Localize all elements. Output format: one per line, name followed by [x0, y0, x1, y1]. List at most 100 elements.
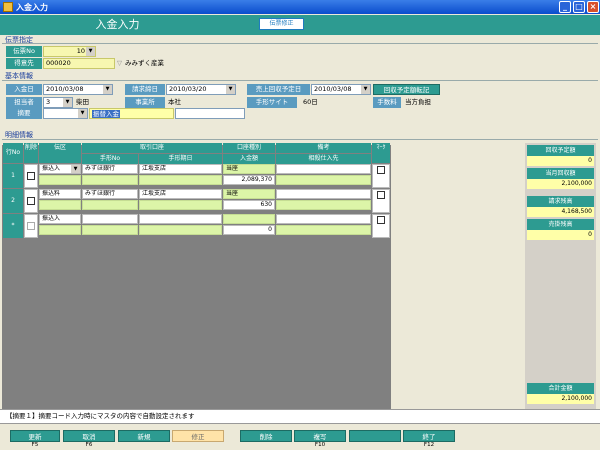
blank-button[interactable]: [349, 430, 401, 442]
bill-no-cell[interactable]: [82, 175, 138, 185]
modify-button[interactable]: 修正: [172, 430, 224, 442]
row-number: *: [3, 214, 23, 238]
chevron-down-icon[interactable]: ▼: [71, 165, 80, 173]
acct-type-cell[interactable]: 当座: [223, 189, 275, 199]
offset-cell[interactable]: [276, 200, 371, 210]
branch-cell[interactable]: 江坂支店: [139, 164, 222, 174]
voucher-no-input[interactable]: 10 ▼: [43, 46, 96, 57]
window-title: 入金入力: [16, 3, 48, 12]
mark-cell: [372, 214, 390, 238]
update-button[interactable]: 更新: [10, 430, 60, 442]
deposit-date-label: 入金日: [6, 84, 42, 95]
status-message: 【摘要１】摘要コード入力時にマスタの内容で自動設定されます: [6, 412, 195, 420]
header-bill-no: 手形No: [82, 154, 138, 164]
deposit-date-input[interactable]: 2010/03/08 ▼: [43, 84, 113, 95]
close-button[interactable]: ×: [587, 1, 599, 13]
staff-code-value: 3: [46, 98, 51, 106]
remark-cell[interactable]: [276, 189, 371, 199]
bill-no-cell[interactable]: [39, 175, 81, 185]
bill-no-cell[interactable]: [82, 200, 138, 210]
header-remark: 備考: [276, 143, 371, 153]
summary-code-input[interactable]: ▼: [43, 108, 88, 119]
ar-transfer-button[interactable]: 回収予定額転記: [373, 84, 440, 95]
chevron-down-icon[interactable]: ▼: [78, 109, 87, 118]
bill-no-cell[interactable]: [39, 200, 81, 210]
bank-cell[interactable]: みずほ銀行: [82, 189, 138, 199]
staff-code-input[interactable]: 3 ▼: [43, 97, 73, 108]
acct-type-cell[interactable]: 当座: [223, 164, 275, 174]
type-cell[interactable]: 振込入: [39, 214, 81, 224]
amount-cell[interactable]: 2,089,370: [223, 175, 275, 185]
fee-label: 手数料: [373, 97, 401, 108]
f10-key: F10: [314, 442, 326, 448]
billing-close-value: 2010/03/20: [169, 85, 207, 93]
header-offset: 相殺仕入先: [276, 154, 371, 164]
voucher-no-value: 10: [76, 47, 85, 55]
chevron-down-icon[interactable]: ▼: [361, 85, 370, 94]
row-number: 2: [3, 189, 23, 213]
summary-value: 振替入金: [92, 110, 120, 118]
month-value: 2,100,000: [527, 179, 594, 189]
type-select[interactable]: 振込入 ▼: [39, 164, 81, 174]
office-label: 事業所: [125, 97, 165, 108]
ar-date-input[interactable]: 2010/03/08 ▼: [311, 84, 371, 95]
summary-extra-input[interactable]: [175, 108, 245, 119]
chevron-down-icon[interactable]: ▼: [63, 98, 72, 107]
customer-search-icon[interactable]: ▽: [117, 58, 122, 69]
remark-cell[interactable]: [276, 164, 371, 174]
offset-cell[interactable]: [276, 225, 371, 235]
chevron-down-icon[interactable]: ▼: [226, 85, 235, 94]
summary-input[interactable]: 振替入金: [89, 108, 174, 119]
bill-no-cell[interactable]: [82, 225, 138, 235]
page-header: 入金入力 伝票修正: [0, 14, 600, 36]
mark-checkbox[interactable]: [377, 216, 385, 224]
delete-cell: [24, 189, 38, 213]
delete-checkbox[interactable]: [27, 172, 35, 180]
bank-cell[interactable]: [82, 214, 138, 224]
chevron-down-icon[interactable]: ▼: [103, 85, 112, 94]
delete-button[interactable]: 削除: [240, 430, 292, 442]
customer-label: 得意先: [6, 58, 42, 69]
delete-cell: [24, 214, 38, 238]
month-label: 当月回収額: [527, 168, 594, 179]
copy-button[interactable]: 複写: [294, 430, 346, 442]
delete-checkbox[interactable]: [27, 222, 35, 230]
chevron-down-icon[interactable]: ▼: [86, 47, 95, 56]
offset-cell[interactable]: [276, 175, 371, 185]
branch-cell[interactable]: [139, 214, 222, 224]
bill-due-cell[interactable]: [139, 175, 222, 185]
f6-key: F6: [85, 442, 93, 448]
type-cell[interactable]: 振込料: [39, 189, 81, 199]
maximize-button[interactable]: □: [573, 1, 585, 13]
billing-close-input[interactable]: 2010/03/20 ▼: [166, 84, 236, 95]
minimize-button[interactable]: _: [559, 1, 571, 13]
mark-checkbox[interactable]: [377, 191, 385, 199]
sales-label: 売掛残高: [527, 219, 594, 230]
customer-code-input[interactable]: 000020: [43, 58, 115, 69]
bill-due-cell[interactable]: [139, 200, 222, 210]
bill-no-cell[interactable]: [39, 225, 81, 235]
remark-cell[interactable]: [276, 214, 371, 224]
mark-checkbox[interactable]: [377, 166, 385, 174]
bank-cell[interactable]: みずほ銀行: [82, 164, 138, 174]
bill-due-cell[interactable]: [139, 225, 222, 235]
mode-button[interactable]: 伝票修正: [259, 18, 304, 30]
cancel-button[interactable]: 取消: [63, 430, 115, 442]
amount-cell[interactable]: 630: [223, 200, 275, 210]
amount-cell[interactable]: 0: [223, 225, 275, 235]
new-button[interactable]: 新規: [118, 430, 170, 442]
app-icon: [3, 2, 13, 12]
acct-type-cell[interactable]: [223, 214, 275, 224]
delete-checkbox[interactable]: [27, 197, 35, 205]
type-value: 振込入: [42, 165, 61, 172]
header-acct-type: 口座種別: [223, 143, 275, 153]
voucher-no-label: 伝票No: [6, 46, 42, 57]
scheduled-label: 回収予定額: [527, 145, 594, 156]
exit-button[interactable]: 終了: [403, 430, 455, 442]
site-label: 手形サイト: [247, 97, 297, 108]
billing-label: 請求残高: [527, 196, 594, 207]
site-value: 60日: [303, 98, 318, 106]
billing-close-label: 請求締日: [125, 84, 165, 95]
divider: [2, 43, 598, 44]
branch-cell[interactable]: 江坂支店: [139, 189, 222, 199]
